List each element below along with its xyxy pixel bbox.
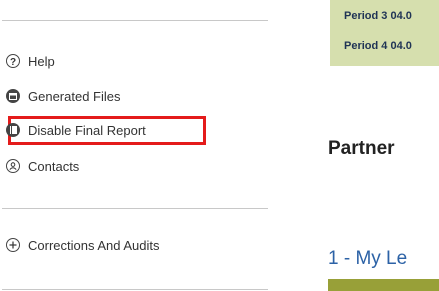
sidebar-item-label: Help [28, 53, 55, 69]
section-heading: Partner [328, 138, 395, 159]
sidebar-item-label: Contacts [28, 158, 80, 174]
generated-files-icon [6, 89, 20, 103]
divider [2, 208, 268, 209]
report-icon [6, 123, 20, 137]
divider [2, 20, 268, 21]
help-icon: ? [6, 54, 20, 68]
sidebar-item-generated-files[interactable]: Generated Files [6, 85, 246, 107]
period-summary-box: Period 3 04.0 Period 4 04.0 [330, 0, 439, 66]
sidebar-item-corrections-and-audits[interactable]: Corrections And Audits [6, 234, 246, 256]
sidebar-item-contacts[interactable]: Contacts [6, 155, 246, 177]
sidebar-item-label: Disable Final Report [28, 122, 146, 138]
sidebar-item-label: Corrections And Audits [28, 237, 160, 253]
sidebar: ? Help Generated Files Disable Final Rep… [0, 0, 270, 291]
period-label: Period 4 04.0 [344, 40, 412, 52]
sidebar-item-label: Generated Files [28, 88, 121, 104]
svg-text:?: ? [10, 57, 16, 66]
main-content: Period 3 04.0 Period 4 04.0 Partner 1 - … [328, 0, 439, 291]
sub-heading-link[interactable]: 1 - My Le [328, 248, 407, 270]
contact-icon [6, 159, 20, 173]
sidebar-item-help[interactable]: ? Help [6, 50, 246, 72]
plus-icon [6, 238, 20, 252]
table-header-bar [328, 279, 439, 291]
period-label: Period 3 04.0 [344, 10, 412, 22]
sidebar-item-disable-final-report[interactable]: Disable Final Report [6, 119, 246, 141]
divider [2, 289, 268, 290]
